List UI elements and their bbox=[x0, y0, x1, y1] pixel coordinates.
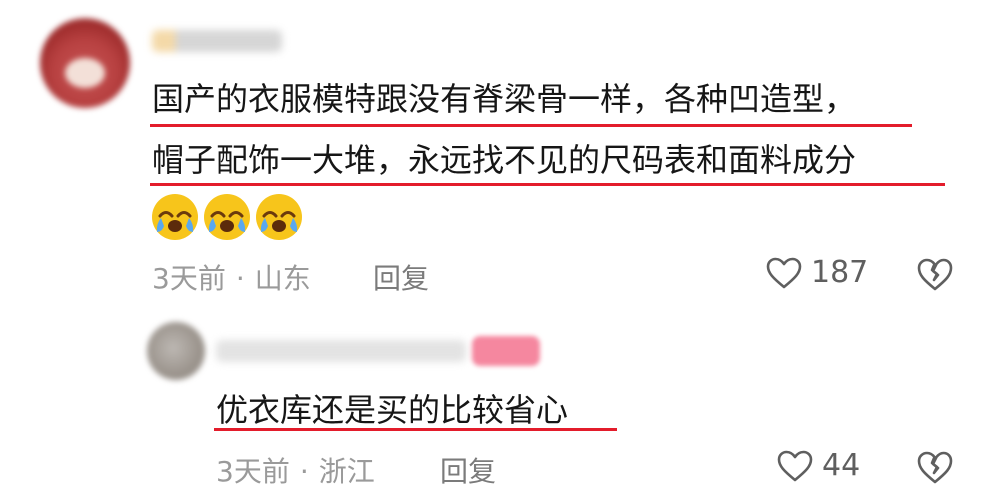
emoji-row bbox=[150, 192, 304, 242]
reply-button[interactable]: 回复 bbox=[440, 450, 496, 490]
reply-text: 优衣库还是买的比较省心 bbox=[216, 391, 569, 429]
meta-separator: · bbox=[299, 455, 309, 488]
broken-heart-icon[interactable] bbox=[915, 255, 955, 293]
like-count: 44 bbox=[822, 448, 861, 483]
highlight-underline bbox=[150, 183, 945, 186]
user-badge-blurred bbox=[472, 336, 540, 366]
timestamp: 3天前 bbox=[216, 455, 290, 488]
location: 山东 bbox=[254, 262, 311, 295]
heart-outline-icon bbox=[766, 257, 802, 288]
comment-text-line-2: 帽子配饰一大堆，永远找不见的尺码表和面料成分 bbox=[152, 141, 857, 179]
meta-separator: · bbox=[235, 262, 245, 295]
username-blurred[interactable] bbox=[152, 30, 282, 52]
comment-meta: 3天前 · 山东 bbox=[152, 257, 311, 297]
comment-meta: 3天前 · 浙江 bbox=[216, 450, 375, 490]
comment-text-line-1: 国产的衣服模特跟没有脊梁骨一样，各种凹造型， bbox=[152, 80, 857, 118]
like-count: 187 bbox=[811, 255, 869, 290]
avatar[interactable] bbox=[147, 322, 205, 380]
highlight-underline bbox=[214, 428, 617, 431]
crying-face-emoji bbox=[256, 194, 302, 240]
like-button[interactable]: 187 bbox=[765, 255, 868, 290]
crying-face-emoji bbox=[204, 194, 250, 240]
heart-outline-icon bbox=[777, 450, 813, 481]
timestamp: 3天前 bbox=[152, 262, 226, 295]
username-blurred[interactable] bbox=[216, 340, 466, 362]
crying-face-emoji bbox=[152, 194, 198, 240]
like-button[interactable]: 44 bbox=[776, 448, 860, 483]
location: 浙江 bbox=[318, 455, 375, 488]
highlight-underline bbox=[150, 124, 912, 127]
avatar[interactable] bbox=[40, 18, 130, 108]
broken-heart-icon[interactable] bbox=[915, 448, 955, 486]
reply-button[interactable]: 回复 bbox=[373, 257, 429, 297]
